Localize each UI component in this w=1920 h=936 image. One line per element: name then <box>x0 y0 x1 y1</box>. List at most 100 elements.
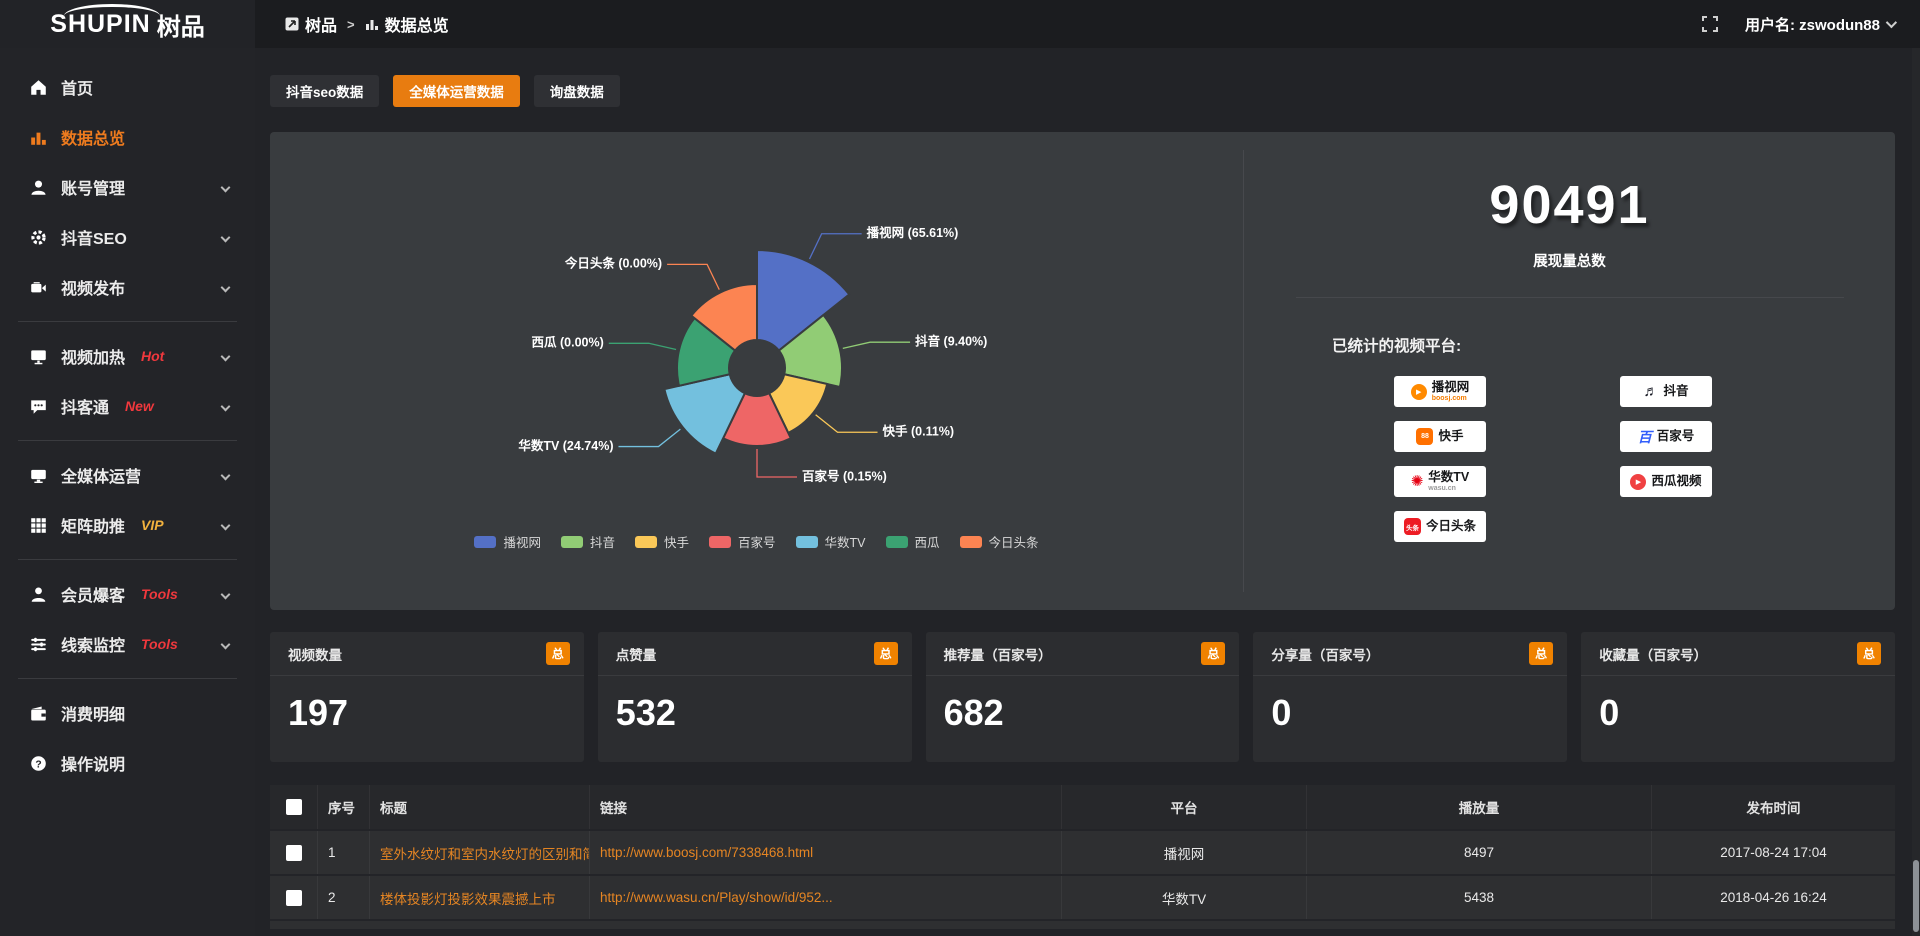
platform-badge[interactable]: ✺华数TVwasu.cn <box>1394 466 1486 497</box>
platform-badge[interactable]: ♬抖音 <box>1620 376 1712 407</box>
tab[interactable]: 全媒体运营数据 <box>393 75 520 107</box>
sidebar-item-badge: VIP <box>141 517 164 533</box>
comment-icon <box>30 398 47 415</box>
svg-text:?: ? <box>35 759 41 770</box>
brand-logo[interactable]: SHUPIN 树品 <box>0 0 255 48</box>
table-row-partial <box>270 919 1895 929</box>
platform-name: 快手 <box>1438 430 1463 443</box>
platform-badge[interactable]: 88 快手 <box>1394 421 1486 452</box>
stat-card-value: 532 <box>598 676 912 734</box>
sidebar-item-badge: Tools <box>141 636 178 652</box>
platform-cell: 华数TV <box>1062 876 1307 919</box>
video-url-link[interactable]: http://www.boosj.com/7338468.html <box>590 831 1062 874</box>
sidebar-item[interactable]: 视频发布 <box>0 262 255 312</box>
platform-badge[interactable]: ▶西瓜视频 <box>1620 466 1712 497</box>
table-header-cell: 标题 <box>370 785 590 829</box>
legend-label: 快手 <box>664 532 689 551</box>
legend-swatch <box>474 536 496 548</box>
scrollbar-thumb[interactable] <box>1913 860 1919 932</box>
video-url-link[interactable]: http://www.wasu.cn/Play/show/id/952... <box>590 876 1062 919</box>
sidebar-item[interactable]: 数据总览 <box>0 112 255 162</box>
breadcrumb-item-shupin[interactable]: 树品 <box>285 12 337 36</box>
page-scrollbar[interactable] <box>1912 48 1920 936</box>
platform-badge[interactable]: 头条今日头条 <box>1394 511 1486 542</box>
chevron-down-icon <box>1886 17 1897 28</box>
legend-swatch <box>561 536 583 548</box>
legend-item[interactable]: 西瓜 <box>886 532 940 551</box>
home-icon <box>30 79 47 96</box>
total-badge: 总 <box>1857 642 1881 665</box>
chevron-down-icon <box>221 282 231 292</box>
legend-item[interactable]: 快手 <box>635 532 689 551</box>
user-icon <box>30 179 47 196</box>
stat-card-value: 0 <box>1253 676 1567 734</box>
chevron-down-icon <box>221 589 231 599</box>
stat-card-label: 推荐量（百家号） <box>944 644 1052 664</box>
summary-panel: 90491 展现量总数 已统计的视频平台: ▶播视网boosj.com♬抖音88… <box>1244 132 1895 610</box>
wallet-icon <box>30 705 47 722</box>
slice-label-百家号: 百家号 (0.15%) <box>802 468 887 483</box>
sidebar-divider <box>18 678 237 679</box>
legend-swatch <box>960 536 982 548</box>
sidebar-item[interactable]: 视频加热Hot <box>0 331 255 381</box>
video-title-link[interactable]: 室外水纹灯和室内水纹灯的区别和简介 <box>370 831 590 874</box>
sidebar-item[interactable]: 抖音SEO <box>0 212 255 262</box>
breadcrumb-item-data-overview[interactable]: 数据总览 <box>365 12 449 36</box>
sidebar-item[interactable]: 账号管理 <box>0 162 255 212</box>
select-all-checkbox[interactable] <box>286 799 302 815</box>
stat-card-header: 视频数量总 <box>270 632 584 676</box>
logo-arc <box>64 4 160 16</box>
chevron-down-icon <box>221 401 231 411</box>
sidebar-item[interactable]: 线索监控Tools <box>0 619 255 669</box>
sidebar-item-label: 首页 <box>61 75 93 99</box>
platform-badge[interactable]: ▶播视网boosj.com <box>1394 376 1486 407</box>
monitor-icon <box>30 467 47 484</box>
stat-card: 分享量（百家号）总0 <box>1253 632 1567 762</box>
row-index: 2 <box>318 876 370 919</box>
baijiahao-icon: 百 <box>1638 430 1652 444</box>
fullscreen-icon[interactable] <box>1701 15 1719 33</box>
stat-card-header: 分享量（百家号）总 <box>1253 632 1567 676</box>
sidebar-item[interactable]: 矩阵助推VIP <box>0 500 255 550</box>
legend-item[interactable]: 抖音 <box>561 532 615 551</box>
table-header-cell: 序号 <box>318 785 370 829</box>
tab[interactable]: 询盘数据 <box>534 75 620 107</box>
row-checkbox[interactable] <box>286 890 302 906</box>
tab[interactable]: 抖音seo数据 <box>270 75 379 107</box>
stat-card-label: 点赞量 <box>616 644 657 664</box>
table-header-checkbox-cell <box>270 785 318 829</box>
sidebar-item[interactable]: 首页 <box>0 62 255 112</box>
sidebar-item[interactable]: 会员爆客Tools <box>0 569 255 619</box>
legend-item[interactable]: 播视网 <box>474 532 541 551</box>
sidebar-item[interactable]: 消费明细 <box>0 688 255 738</box>
slice-label-今日头条: 今日头条 (0.00%) <box>564 256 662 271</box>
summary-divider <box>1296 297 1844 298</box>
total-badge: 总 <box>1201 642 1225 665</box>
platform-cell: 播视网 <box>1062 831 1307 874</box>
plays-cell: 5438 <box>1307 876 1652 919</box>
main-content: 抖音seo数据全媒体运营数据询盘数据 播视网 (65.61%)抖音 (9.40%… <box>255 48 1920 936</box>
display-icon <box>30 348 47 365</box>
boosj-icon: ▶ <box>1411 384 1427 400</box>
video-title-link[interactable]: 楼体投影灯投影效果震撼上市 <box>370 876 590 919</box>
gear-icon <box>30 229 47 246</box>
legend-item[interactable]: 今日头条 <box>960 532 1039 551</box>
table-header-cell: 链接 <box>590 785 1062 829</box>
platform-text: 西瓜视频 <box>1651 475 1701 488</box>
row-checkbox[interactable] <box>286 845 302 861</box>
platform-text: 抖音 <box>1663 385 1688 398</box>
user-menu[interactable]: 用户名: zswodun88 <box>1745 14 1894 35</box>
breadcrumb: 树品 > 数据总览 <box>285 12 449 36</box>
legend-item[interactable]: 百家号 <box>709 532 776 551</box>
legend-item[interactable]: 华数TV <box>796 532 866 551</box>
platform-badge[interactable]: 百百家号 <box>1620 421 1712 452</box>
member-icon <box>30 586 47 603</box>
sidebar-item[interactable]: 全媒体运营 <box>0 450 255 500</box>
sidebar-item[interactable]: ?操作说明 <box>0 738 255 788</box>
plays-cell: 8497 <box>1307 831 1652 874</box>
sidebar-item[interactable]: 抖客通New <box>0 381 255 431</box>
total-badge: 总 <box>546 642 570 665</box>
slice-label-抖音: 抖音 (9.40%) <box>915 333 987 348</box>
platform-name: 播视网 <box>1432 381 1470 394</box>
kuaishou-icon: 88 <box>1416 428 1433 445</box>
